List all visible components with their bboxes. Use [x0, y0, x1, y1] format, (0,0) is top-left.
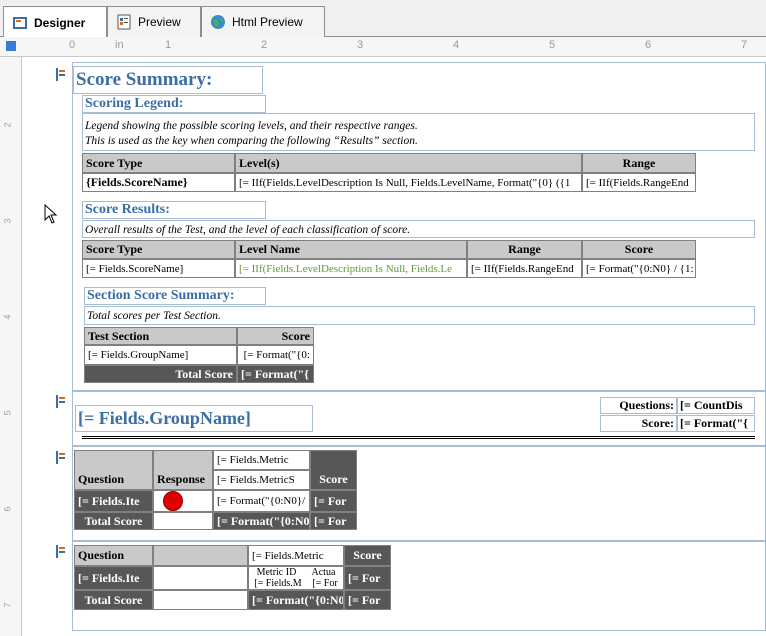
actual-label: Actua [311, 567, 336, 578]
vruler-mark: 6 [2, 506, 13, 512]
results-cell-score-name[interactable]: [= Fields.ScoreName] [82, 259, 235, 278]
detail2-metric-header[interactable]: [= Fields.Metric [248, 545, 344, 566]
detail2-metric-labels: Metric ID Actua [249, 567, 343, 578]
detail1-total-label[interactable]: Total Score [74, 512, 153, 530]
detail2-blank-header[interactable] [153, 545, 248, 566]
ruler-mark: 1 [165, 39, 172, 51]
results-col-level-name[interactable]: Level Name [235, 240, 467, 259]
detail2-score-header[interactable]: Score [344, 545, 391, 566]
legend-col-range[interactable]: Range [582, 153, 696, 173]
group-divider [82, 436, 755, 439]
mouse-cursor-icon [44, 204, 58, 224]
ruler-mark: 0 [69, 39, 76, 51]
results-col-range[interactable]: Range [467, 240, 582, 259]
section-summary-description[interactable]: Total scores per Test Section. [84, 306, 755, 325]
detail1-metric-sub[interactable]: [= Fields.MetricS [213, 470, 310, 490]
tab-preview[interactable]: Preview [107, 6, 201, 37]
sections-total-value[interactable]: [= Format("{ [237, 365, 314, 383]
section-marker-icon[interactable] [56, 395, 65, 408]
detail1-row-response[interactable] [153, 490, 213, 512]
metric-m-value: [= Fields.M [254, 578, 302, 589]
section-marker-icon[interactable] [56, 68, 65, 81]
designer-icon [13, 16, 27, 29]
score-label[interactable]: Score: [600, 415, 677, 432]
vertical-ruler [0, 57, 22, 636]
detail1-total-score[interactable]: [= For [310, 512, 357, 530]
response-indicator-icon [163, 491, 183, 511]
metric-id-label: Metric ID [256, 567, 297, 578]
vruler-mark: 3 [2, 218, 13, 224]
detail2-row-metric[interactable]: Metric ID Actua [= Fields.M [= For [248, 566, 344, 590]
ruler-mark: 6 [645, 39, 652, 51]
detail2-question-header[interactable]: Question [74, 545, 153, 566]
results-col-score[interactable]: Score [582, 240, 696, 259]
legend-cell-levels[interactable]: [= IIf(Fields.LevelDescription Is Null, … [235, 173, 582, 192]
results-cell-range[interactable]: [= IIf(Fields.RangeEnd [467, 259, 582, 278]
legend-col-score-type[interactable]: Score Type [82, 153, 235, 173]
detail2-row-question[interactable]: [= Fields.Ite [74, 566, 153, 590]
ruler-corner-icon[interactable] [6, 41, 16, 51]
detail2-total-metric[interactable]: [= Format("{0:N0 [248, 590, 344, 610]
score-value[interactable]: [= Format("{ [677, 415, 755, 432]
detail1-row-question[interactable]: [= Fields.Ite [74, 490, 153, 512]
legend-col-levels[interactable]: Level(s) [235, 153, 582, 173]
section-marker-icon[interactable] [56, 451, 65, 464]
vruler-mark: 2 [2, 122, 13, 128]
results-col-score-type[interactable]: Score Type [82, 240, 235, 259]
detail1-total-metric[interactable]: [= Format("{0:N0 [213, 512, 310, 530]
detail2-row-blank[interactable] [153, 566, 248, 590]
sections-col-test-section[interactable]: Test Section [84, 327, 237, 345]
detail2-total-label[interactable]: Total Score [74, 590, 153, 610]
sections-total-label[interactable]: Total Score [84, 365, 237, 383]
sections-cell-score[interactable]: [= Format("{0: [237, 345, 314, 365]
questions-value[interactable]: [= CountDis [677, 397, 755, 414]
detail2-total-score[interactable]: [= For [344, 590, 391, 610]
legend-description[interactable]: Legend showing the possible scoring leve… [82, 113, 755, 151]
ruler-mark: 5 [549, 39, 556, 51]
detail1-total-empty[interactable] [153, 512, 213, 530]
globe-icon [211, 15, 225, 29]
ruler-mark: 3 [357, 39, 364, 51]
tab-designer[interactable]: Designer [3, 6, 107, 38]
metric-f-value: [= For [312, 578, 338, 589]
preview-icon [117, 14, 131, 30]
detail1-row-score[interactable]: [= For [310, 490, 357, 512]
legend-cell-range[interactable]: [= IIf(Fields.RangeEnd [582, 173, 696, 192]
section-marker-icon[interactable] [56, 545, 65, 558]
detail1-response-header[interactable]: Response [153, 450, 213, 490]
sections-cell-group-name[interactable]: [= Fields.GroupName] [84, 345, 237, 365]
detail1-question-header[interactable]: Question [74, 450, 153, 490]
sections-col-score[interactable]: Score [237, 327, 314, 345]
results-cell-level-name[interactable]: [= IIf(Fields.LevelDescription Is Null, … [235, 259, 467, 278]
legend-desc-line: Legend showing the possible scoring leve… [85, 120, 418, 132]
legend-cell-score-name[interactable]: {Fields.ScoreName} [82, 173, 235, 192]
group-title[interactable]: [= Fields.GroupName] [75, 405, 313, 432]
detail2-total-empty[interactable] [153, 590, 248, 610]
ruler-mark: 2 [261, 39, 268, 51]
detail2-row-score[interactable]: [= For [344, 566, 391, 590]
results-heading[interactable]: Score Results: [82, 201, 266, 219]
legend-desc-line: This is used as the key when comparing t… [85, 135, 418, 147]
vruler-mark: 4 [2, 314, 13, 320]
ruler-mark: 7 [741, 39, 748, 51]
legend-heading[interactable]: Scoring Legend: [82, 95, 266, 113]
detail2-metric-values: [= Fields.M [= For [249, 578, 343, 589]
vruler-mark: 7 [2, 602, 13, 608]
tab-html-preview[interactable]: Html Preview [201, 6, 325, 37]
ruler-unit: in [115, 39, 124, 51]
detail1-score-header[interactable]: Score [310, 450, 357, 490]
results-cell-score[interactable]: [= Format("{0:N0} / {1: [582, 259, 696, 278]
results-description[interactable]: Overall results of the Test, and the lev… [82, 220, 755, 238]
section-summary-heading[interactable]: Section Score Summary: [84, 287, 266, 305]
detail1-row-metric[interactable]: [= Format("{0:N0}/ [213, 490, 310, 512]
questions-label[interactable]: Questions: [600, 397, 677, 414]
report-title[interactable]: Score Summary: [73, 66, 263, 94]
vruler-mark: 5 [2, 410, 13, 416]
ruler-mark: 4 [453, 39, 460, 51]
detail1-metric-header[interactable]: [= Fields.Metric [213, 450, 310, 470]
